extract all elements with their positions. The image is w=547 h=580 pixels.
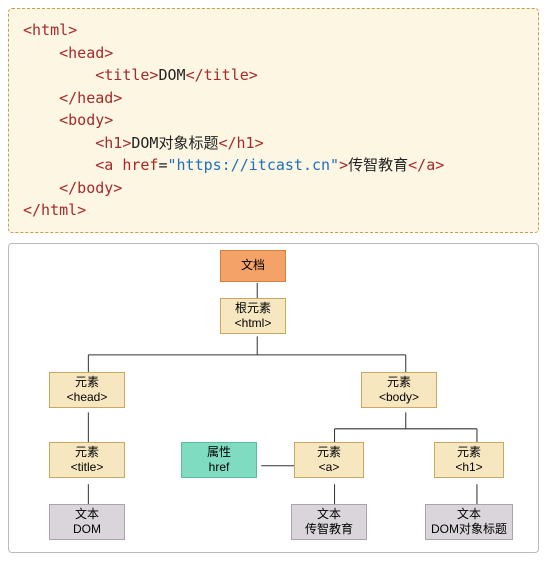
code-tag-html-open: <html> bbox=[23, 21, 77, 39]
tree-label: 元素 bbox=[364, 375, 434, 390]
tree-node-h1: 元素 <h1> bbox=[434, 442, 504, 478]
tree-node-text-chuanzhi: 文本 传智教育 bbox=[291, 504, 367, 540]
tree-sublabel: <h1> bbox=[437, 460, 501, 475]
tree-label: 文本 bbox=[428, 507, 510, 522]
code-tag-title-close: </title> bbox=[186, 66, 258, 84]
tree-node-title: 元素 <title> bbox=[49, 442, 125, 478]
code-tag-h1-open: <h1> bbox=[95, 134, 131, 152]
tree-sublabel: <title> bbox=[52, 460, 122, 475]
code-text-a: 传智教育 bbox=[348, 156, 408, 174]
tree-label: 属性 bbox=[184, 445, 254, 460]
code-tag-a-open2: > bbox=[339, 156, 348, 174]
tree-label: 元素 bbox=[52, 445, 122, 460]
code-attr-val: "https://itcast.cn" bbox=[168, 156, 340, 174]
code-tag-title-open: <title> bbox=[95, 66, 158, 84]
code-tag-head-close: </head> bbox=[59, 89, 122, 107]
tree-sublabel: DOM对象标题 bbox=[428, 522, 510, 537]
code-tag-a-open1: <a bbox=[95, 156, 122, 174]
tree-node-text-dom: 文本 DOM bbox=[49, 504, 125, 540]
code-tag-html-close: </html> bbox=[23, 201, 86, 219]
tree-label: 元素 bbox=[52, 375, 122, 390]
tree-sublabel: <html> bbox=[223, 316, 283, 331]
tree-sublabel: <a> bbox=[297, 460, 361, 475]
tree-label: 文档 bbox=[223, 258, 283, 273]
tree-sublabel: <body> bbox=[364, 390, 434, 405]
tree-node-body: 元素 <body> bbox=[361, 372, 437, 408]
tree-node-a: 元素 <a> bbox=[294, 442, 364, 478]
code-tag-body-close: </body> bbox=[59, 179, 122, 197]
tree-label: 元素 bbox=[437, 445, 501, 460]
code-eq: = bbox=[158, 156, 167, 174]
code-text-h1: DOM对象标题 bbox=[131, 134, 218, 152]
code-block: <html> <head> <title>DOM</title> </head>… bbox=[8, 8, 539, 233]
code-tag-h1-close: </h1> bbox=[218, 134, 263, 152]
code-attr-href: href bbox=[122, 156, 158, 174]
code-text-title: DOM bbox=[158, 66, 185, 84]
tree-label: 文本 bbox=[52, 507, 122, 522]
code-tag-body-open: <body> bbox=[59, 111, 113, 129]
tree-sublabel: 传智教育 bbox=[294, 522, 364, 537]
tree-label: 根元素 bbox=[223, 301, 283, 316]
tree-node-document: 文档 bbox=[220, 250, 286, 282]
tree-label: 文本 bbox=[294, 507, 364, 522]
tree-sublabel: href bbox=[184, 460, 254, 475]
code-tag-head-open: <head> bbox=[59, 44, 113, 62]
tree-node-root-html: 根元素 <html> bbox=[220, 298, 286, 334]
tree-node-head: 元素 <head> bbox=[49, 372, 125, 408]
tree-label: 元素 bbox=[297, 445, 361, 460]
tree-node-text-h1title: 文本 DOM对象标题 bbox=[425, 504, 513, 540]
tree-sublabel: <head> bbox=[52, 390, 122, 405]
code-tag-a-close: </a> bbox=[408, 156, 444, 174]
dom-tree-diagram: 文档 根元素 <html> 元素 <head> 元素 <body> 元素 <ti… bbox=[8, 243, 539, 553]
tree-sublabel: DOM bbox=[52, 522, 122, 537]
tree-node-attr-href: 属性 href bbox=[181, 442, 257, 478]
